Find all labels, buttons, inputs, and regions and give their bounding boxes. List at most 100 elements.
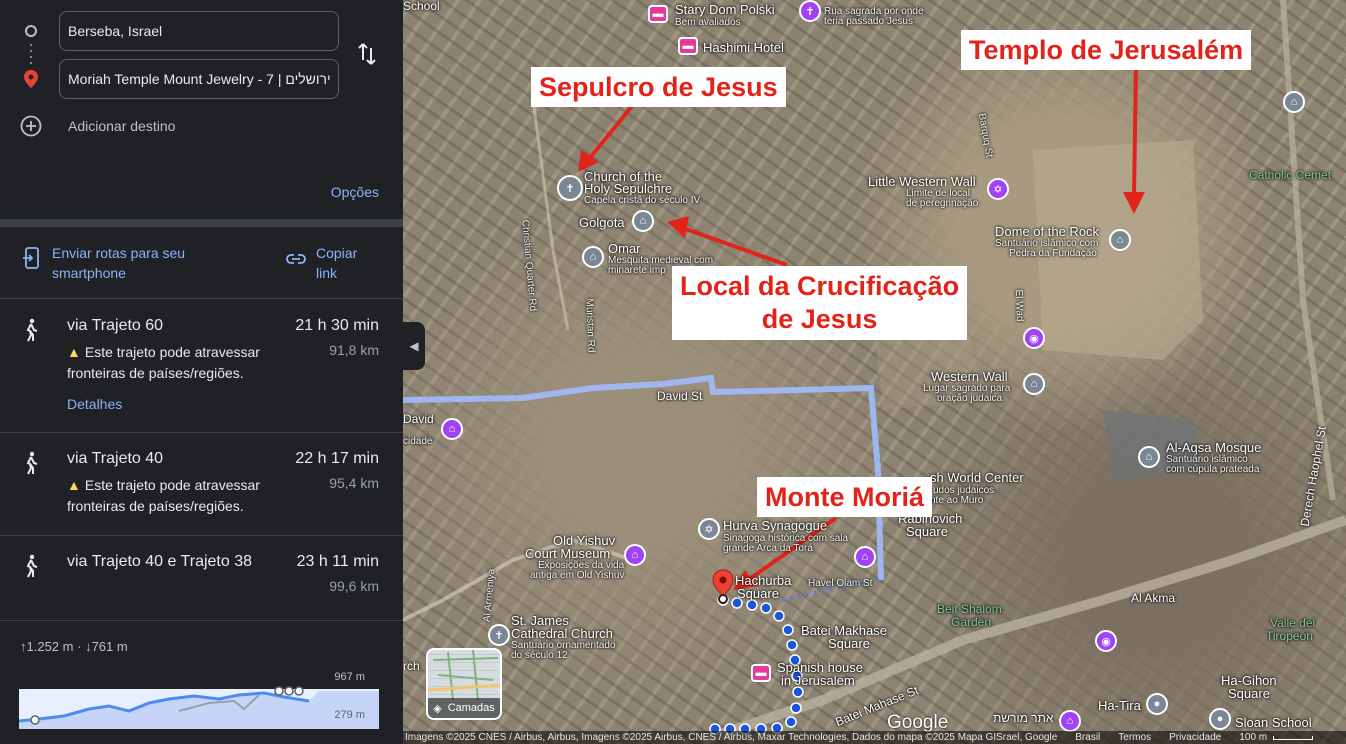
street-label: Muristan Rd: [583, 298, 597, 353]
directions-panel: Berseba, Israel Moriah Temple Mount Jewe…: [0, 0, 403, 744]
map-scale[interactable]: 100 m: [1239, 732, 1346, 743]
elevation-down: ↓761 m: [85, 639, 128, 654]
route-inputs: Berseba, Israel Moriah Temple Mount Jewe…: [0, 0, 403, 164]
map-label: nte ao Muro: [930, 495, 984, 506]
route-distance: 95,4 km: [329, 475, 379, 491]
warning-icon: ▲: [67, 477, 81, 493]
landmark-icon[interactable]: ⌂: [1109, 229, 1131, 251]
route-option-1[interactable]: via Trajeto 60 21 h 30 min 91,8 km ▲ Este…: [0, 300, 403, 433]
route-warning: ▲ Este trajeto pode atravessar fronteiras…: [67, 342, 297, 384]
layers-label: Camadas: [447, 702, 495, 714]
camera-icon[interactable]: ◉: [1023, 327, 1045, 349]
map-label: oração judaica: [937, 393, 1003, 404]
elevation-profile: ↑1.252 m · ↓761 m 967 m 279 m: [0, 621, 403, 744]
destination-input[interactable]: Moriah Temple Mount Jewelry - 7 | ירושלי…: [59, 59, 339, 99]
callout-sepulcro: Sepulcro de Jesus: [531, 67, 786, 107]
map-label: Garden: [951, 615, 992, 629]
elevation-min: 279 m: [334, 709, 365, 721]
map-label: antiga em Old Yishuv: [530, 570, 625, 581]
callout-moria: Monte Moriá: [757, 477, 932, 517]
map-label: do século 12: [511, 650, 568, 661]
collapse-panel-button[interactable]: ◀: [403, 322, 425, 370]
museum-icon[interactable]: ⌂: [854, 546, 876, 568]
elevation-max: 967 m: [334, 671, 365, 683]
map-label: Hurva Synagogue: [723, 518, 828, 533]
map-label: Court Museum: [525, 546, 611, 561]
destination-pin-icon: [24, 70, 38, 88]
map-label: Square: [737, 586, 779, 601]
map-label: Square: [906, 524, 948, 539]
landmark-icon[interactable]: ⌂: [632, 210, 654, 232]
attribution-text: Imagens ©2025 CNES / Airbus, Airbus, Ima…: [405, 732, 1058, 743]
walk-icon: [26, 451, 38, 475]
country-link[interactable]: Brasil: [1075, 732, 1100, 743]
divider: [0, 219, 403, 227]
options-button[interactable]: Opções: [331, 184, 379, 200]
landmark-icon[interactable]: ⌂: [1023, 373, 1045, 395]
add-destination-button[interactable]: Adicionar destino: [20, 115, 175, 137]
mosque-icon[interactable]: ⌂: [582, 246, 604, 268]
elevation-chart: [19, 686, 379, 729]
map-label: Sloan School: [1235, 715, 1312, 730]
museum-icon[interactable]: ⌂: [441, 418, 463, 440]
map-label: in Jerusalem: [781, 673, 855, 688]
place-icon[interactable]: ⌂: [1283, 91, 1305, 113]
warning-icon: ▲: [67, 344, 81, 360]
route-option-2[interactable]: via Trajeto 40 22 h 17 min 95,4 km ▲ Este…: [0, 433, 403, 536]
map-label: cidade: [403, 436, 433, 447]
map-label: Hashimi Hotel: [703, 40, 784, 55]
church-icon[interactable]: ✝: [557, 175, 583, 201]
map-label: Square: [1228, 686, 1270, 701]
synagogue-icon[interactable]: ✡: [698, 518, 720, 540]
layers-icon: ◈: [433, 702, 442, 715]
street-label: David St: [657, 389, 703, 403]
send-to-phone-label: Enviar rotas para seu smartphone: [52, 245, 186, 281]
elevation-dot: ·: [77, 639, 82, 654]
origin-input[interactable]: Berseba, Israel: [59, 11, 339, 51]
route-time: 23 h 11 min: [296, 553, 379, 570]
hotel-icon[interactable]: ▬: [678, 37, 698, 55]
callout-crucificacao-line2: de Jesus: [761, 304, 878, 334]
walk-icon: [26, 318, 38, 342]
map-label: teria passado Jesus: [824, 16, 913, 27]
map-label: Holy Sepulchre: [584, 181, 673, 196]
send-to-phone-button[interactable]: Enviar rotas para seu smartphone: [22, 243, 222, 283]
share-row: Enviar rotas para seu smartphone Copiar …: [0, 227, 403, 299]
map-label: Cathedral Church: [511, 626, 613, 641]
route-warning-text: Este trajeto pode atravessar fronteiras …: [67, 344, 260, 381]
museum-icon[interactable]: ⌂: [624, 544, 646, 566]
museum-icon[interactable]: ⌂: [1059, 710, 1081, 732]
copy-link-button[interactable]: Copiar link: [286, 243, 366, 283]
hotel-icon[interactable]: ▬: [751, 664, 771, 682]
place-icon[interactable]: ✝: [799, 0, 821, 22]
callout-templo: Templo de Jerusalém: [961, 30, 1252, 70]
synagogue-icon[interactable]: ✡: [987, 178, 1009, 200]
route-name: via Trajeto 60: [67, 317, 164, 334]
scale-bar: [1273, 735, 1314, 740]
terms-link[interactable]: Termos: [1118, 732, 1151, 743]
details-link[interactable]: Detalhes: [67, 396, 122, 412]
privacy-link[interactable]: Privacidade: [1169, 732, 1221, 743]
map-label: Catholic Cemet: [1249, 168, 1332, 182]
place-icon[interactable]: ●: [1146, 693, 1168, 715]
map-label: Tiropeón: [1266, 629, 1313, 643]
map-label: com cúpula prateada: [1166, 464, 1260, 475]
satellite-map[interactable]: ✝ ⌂ ⌂ ✡ ⌂ ⌂ ⌂ ⌂ ⌂ ⌂ ✡ ✝ ◉ ◉ ● ● ⌂ ▬ ▬ ▬ …: [403, 0, 1346, 744]
hotel-icon[interactable]: ▬: [648, 5, 668, 23]
mosque-icon[interactable]: ⌂: [1138, 446, 1160, 468]
origin-circle-icon: [25, 25, 37, 37]
camera-icon[interactable]: ◉: [1095, 630, 1117, 652]
route-option-3[interactable]: via Trajeto 40 e Trajeto 38 23 h 11 min …: [0, 536, 403, 621]
add-destination-label: Adicionar destino: [68, 118, 176, 134]
layers-button[interactable]: ◈ Camadas: [426, 648, 502, 720]
map-label: Square: [828, 636, 870, 651]
swap-icon[interactable]: [355, 40, 379, 68]
school-icon[interactable]: ●: [1209, 708, 1231, 730]
map-label: David: [403, 412, 434, 426]
route-distance: 91,8 km: [329, 342, 379, 358]
route-dots: [30, 44, 32, 64]
walk-icon: [26, 554, 38, 578]
link-icon: [286, 254, 306, 264]
church-icon[interactable]: ✝: [488, 624, 510, 646]
map-label: grande Arca da Torá: [723, 543, 813, 554]
